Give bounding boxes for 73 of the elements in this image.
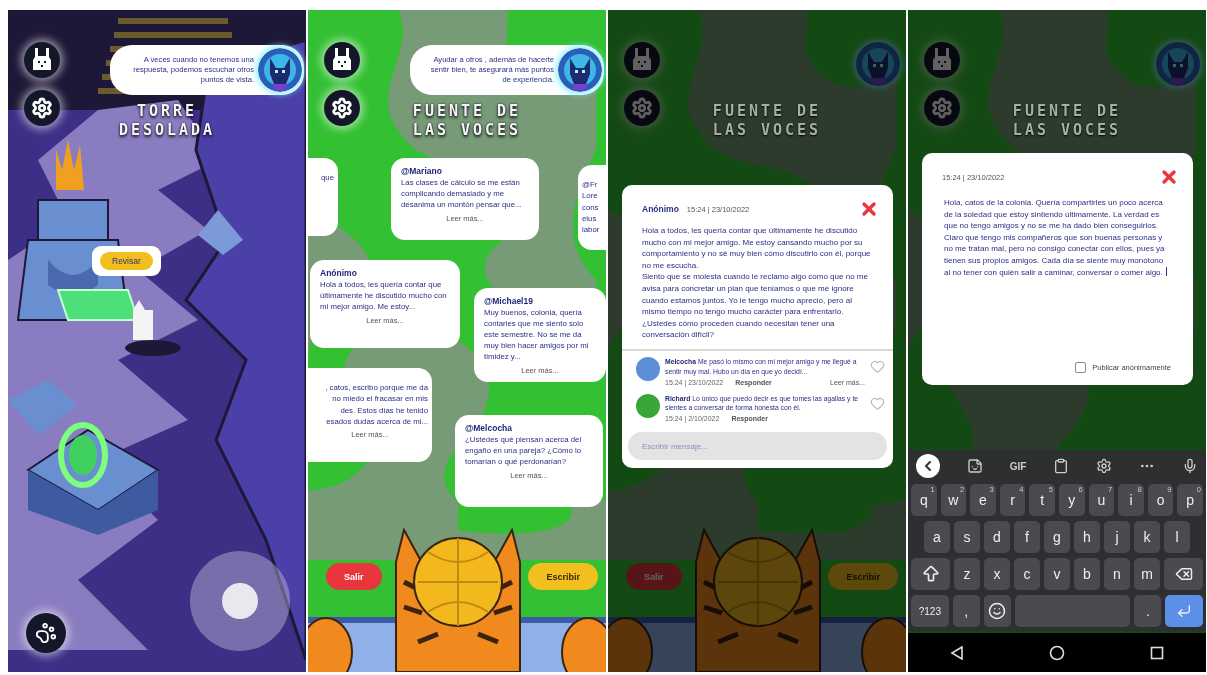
creature-avatar-icon [856,42,900,86]
paw-icon [35,622,57,644]
close-icon [859,199,879,219]
smiley-icon [988,602,1007,620]
close-icon [1159,167,1179,187]
settings-icon [331,97,353,119]
shift-arrow-icon [920,564,941,584]
message-field[interactable]: Hola, catos de la colonia. Quería compartirles un poco acerca de la soledad que estoy sintiendo últimamente. La verdad es que no tengo amigos y no se me ha dado bien conseguirlos. Claro que tengo mis compañeros que son buenas personas y no me tratan mal, pero no consigo conectar con ellos, pues ya tienen sus propios amigos. Cada día se siente muy monótono al no tener con quién salir a caminar, conversar o comer algo. [922,193,1193,362]
post-author: Anónimo [642,204,679,214]
gif-button[interactable]: GIF [1009,460,1027,472]
keyboard-key[interactable]: b [1074,558,1100,590]
settings-icon [931,97,953,119]
emoji-key[interactable] [983,595,1011,627]
creature-avatar-icon [558,48,602,92]
settings-icon [31,97,53,119]
keyboard-key[interactable]: f [1014,521,1040,553]
keyboard-key[interactable]: d [984,521,1010,553]
keyboard-key[interactable]: k [1134,521,1160,553]
text-cursor [1165,266,1167,276]
settings-icon[interactable] [1096,458,1113,474]
post-author: @Mariano [401,166,443,176]
post-author: @Melcocha [465,423,514,433]
location-title: LAS VOCES [712,120,822,140]
back-button[interactable] [916,454,940,478]
symbols-key[interactable]: ?123 [911,595,949,627]
enter-key[interactable] [1165,595,1203,627]
keyboard-key[interactable]: n [1104,558,1130,590]
location-title: LAS VOCES [412,120,522,140]
close-button[interactable] [1159,167,1179,187]
close-button[interactable] [859,199,879,219]
recents-icon[interactable] [1149,645,1164,660]
keyboard-key[interactable]: l [1164,521,1190,553]
keyboard-key[interactable]: c [1014,558,1040,590]
enter-arrow-icon [1176,603,1193,619]
sticker-icon[interactable] [966,458,983,474]
location-title: FUENTE DE [1012,102,1122,121]
location-title: LAS VOCES [1012,120,1122,140]
anonymous-checkbox[interactable] [1075,362,1087,373]
keyboard-key[interactable]: g [1044,521,1070,553]
keyboard-key[interactable]: h [1074,521,1100,553]
backspace-key[interactable] [1164,558,1203,590]
post-body: Hola a todos, les quería contar que últimamente he discutido mucho con mi mejor amigo. Me estoy cansando mucho por su comportamiento y no sé muy bien cómo discutirlo con él, porque no me escucha. Siento que se molesta cuando le reclamo algo como que no me avisa para concretar un plan que teníamos o que me ignore cuando estamos juntos. Yo le tengo mucho aprecio, pero al mismo tiempo no tengo mucho carácter para enfrentarlo. ¿Ustedes cómo proceden cuando necesitan tener una conversación difícil? [641,225,872,342]
keyboard-key[interactable]: . [1134,595,1162,627]
keyboard-key[interactable]: a [924,521,950,553]
settings-icon [631,97,653,119]
clipboard-icon[interactable] [1053,458,1070,474]
post-author: Anónimo [320,268,358,278]
creature-avatar-icon [1156,42,1200,86]
keyboard-key[interactable]: m [1134,558,1160,590]
rabbit-icon [31,47,53,73]
rabbit-icon [931,47,953,73]
post-author: @Michael19 [484,296,534,306]
keyboard-key[interactable]: v [1044,558,1070,590]
rabbit-icon [631,47,653,73]
location-title: FUENTE DE [412,102,522,121]
keyboard-key[interactable]: , [952,595,980,627]
back-icon[interactable] [950,645,965,660]
keyboard-key[interactable]: j [1104,521,1130,553]
exit-button[interactable]: Salir [326,563,382,590]
keyboard-key[interactable]: z [954,558,980,590]
review-button[interactable]: Revisar [100,252,153,270]
shift-key[interactable] [911,558,950,590]
write-button[interactable]: Escribir [528,563,598,590]
home-icon[interactable] [1049,644,1065,661]
heart-icon [870,358,885,374]
keyboard-key[interactable]: s [954,521,980,553]
message-field[interactable]: Escribir mensaje... [628,432,887,461]
rabbit-icon [331,47,353,73]
keyboard-key[interactable]: x [984,558,1010,590]
location-title: FUENTE DE [712,102,822,121]
creature-avatar-icon [258,48,302,92]
heart-icon [870,395,885,411]
backspace-icon [1174,565,1193,583]
